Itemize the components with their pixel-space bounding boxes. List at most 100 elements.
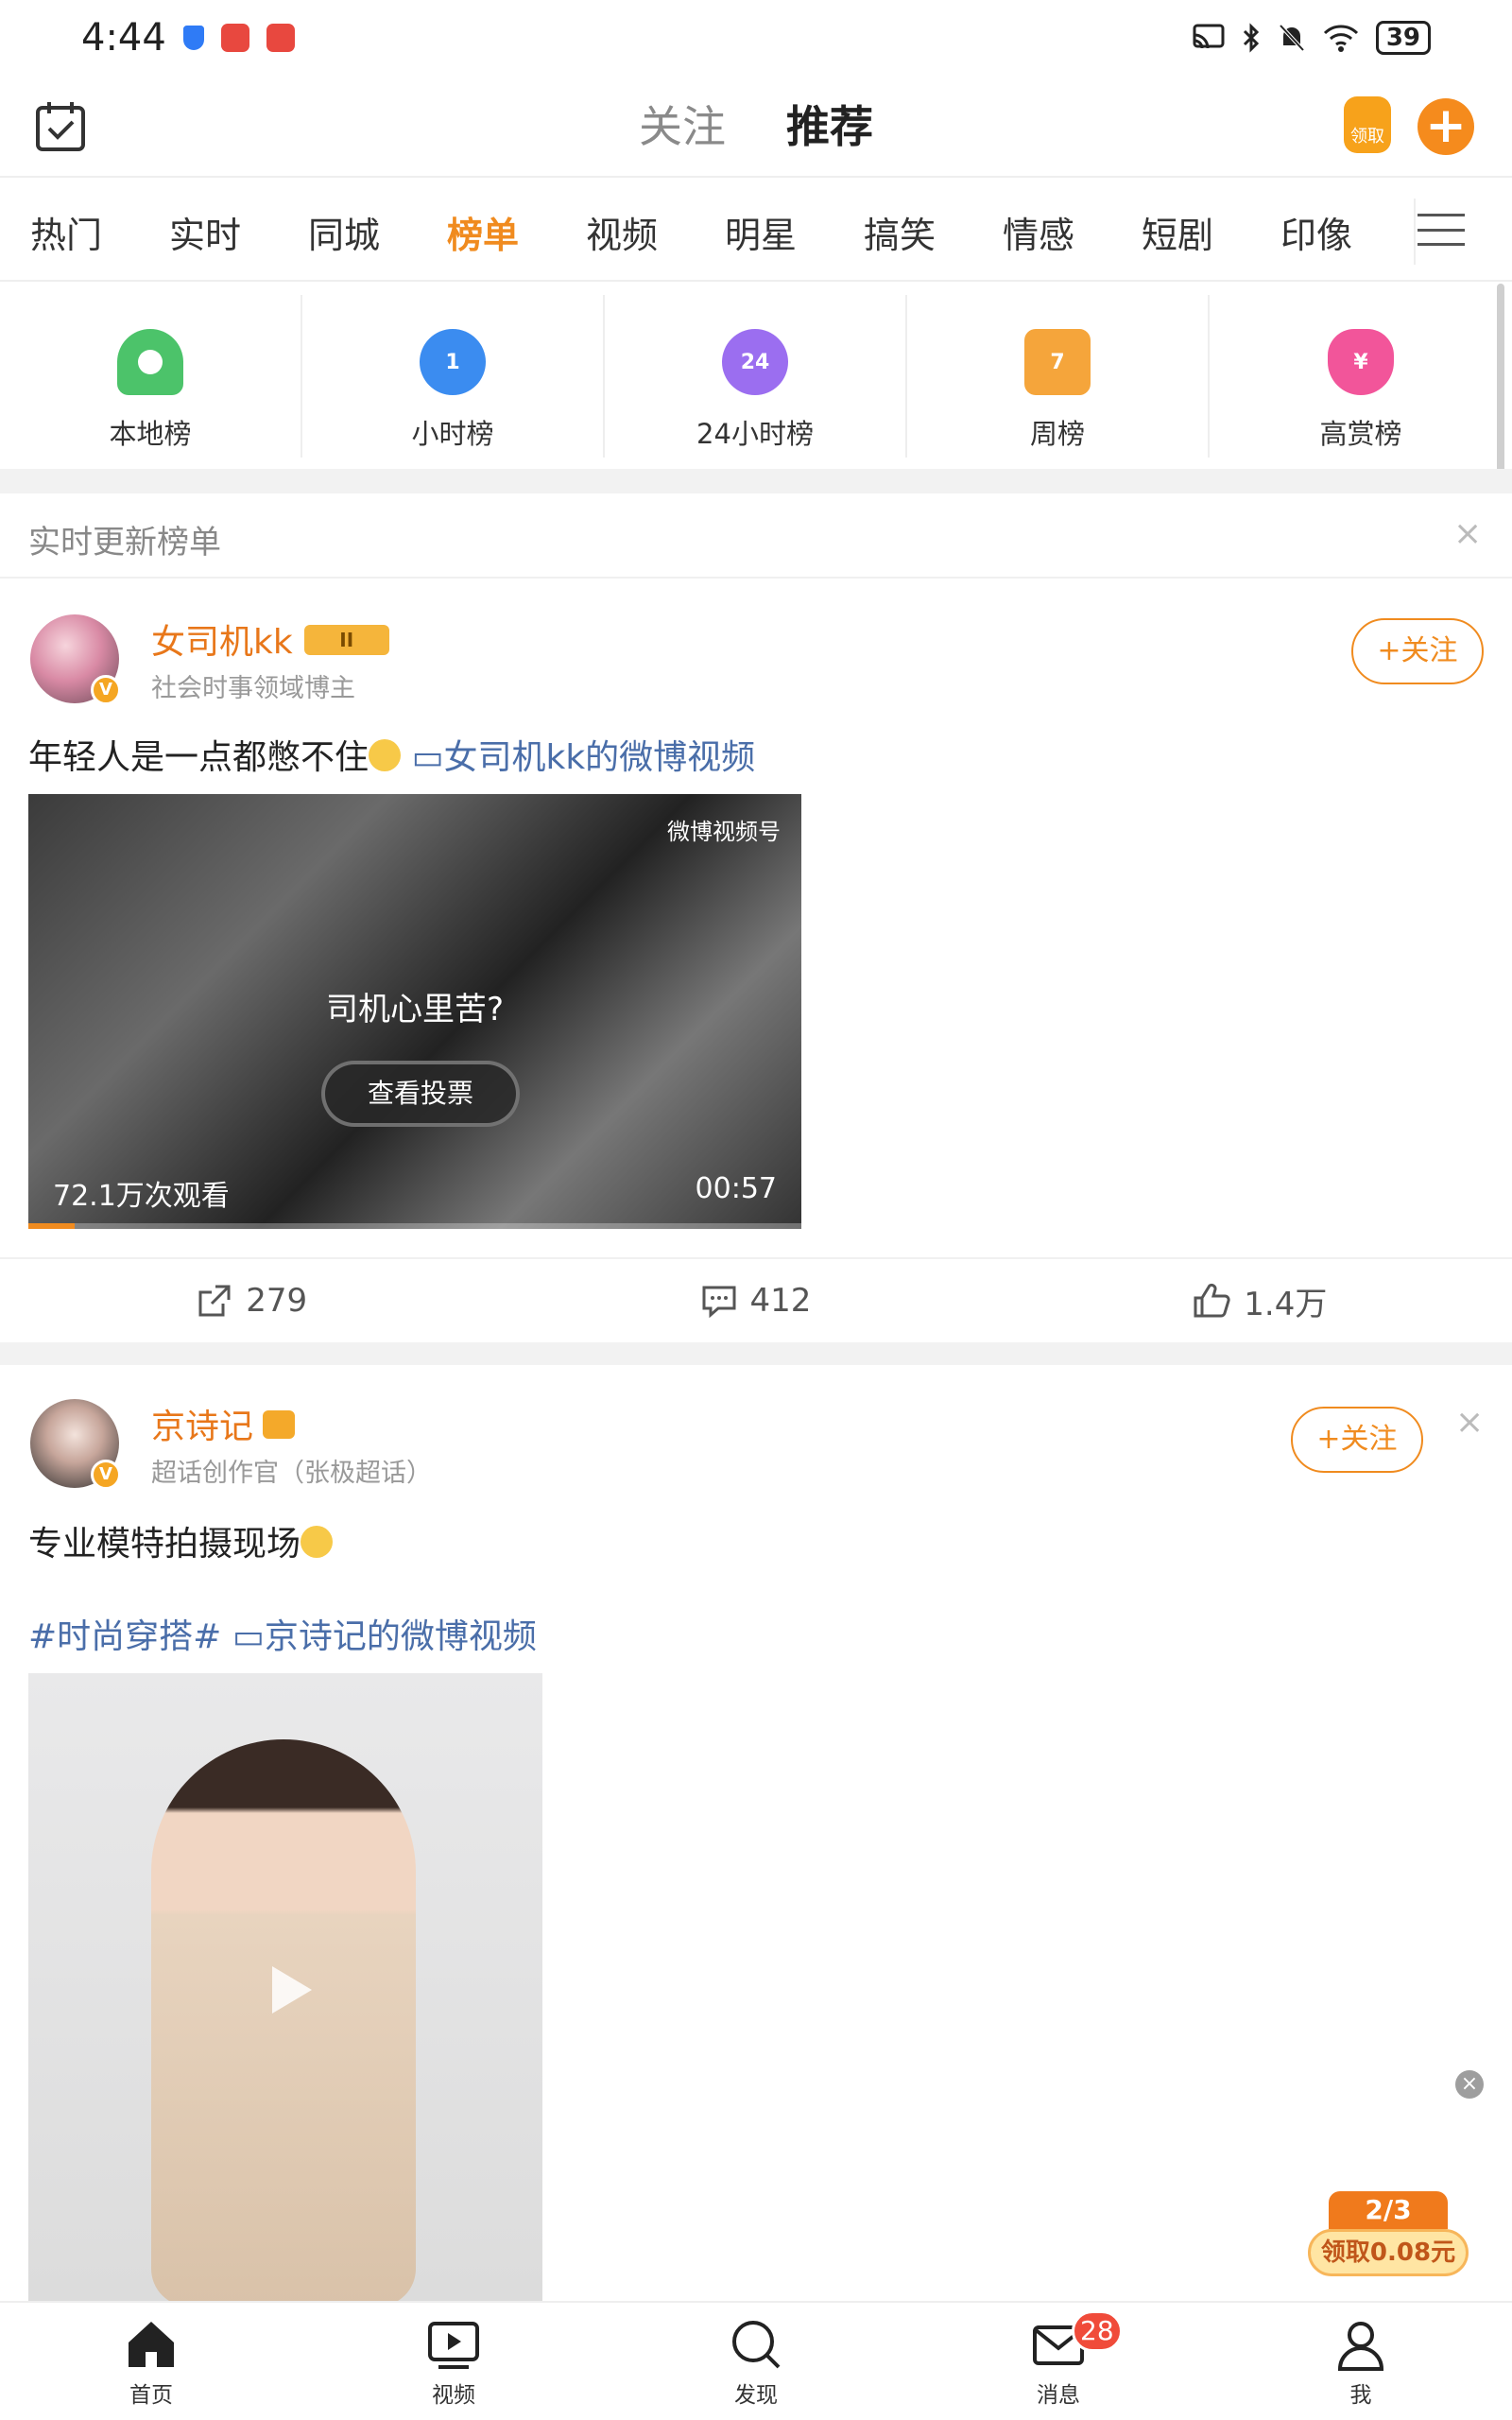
nav-messages-label: 消息 xyxy=(1037,2383,1080,2408)
nav-discover-label: 发现 xyxy=(734,2383,778,2408)
comment-icon xyxy=(702,1286,736,1319)
category-bar: 热门 实时 同城 榜单 视频 明星 搞笑 情感 短剧 印像 xyxy=(0,180,1512,282)
category-realtime[interactable]: 实时 xyxy=(169,206,308,258)
section-gap xyxy=(0,469,1512,493)
add-post-button[interactable]: + xyxy=(1418,98,1474,155)
section-header: 实时更新榜单 × xyxy=(0,493,1512,579)
rank-hourly-glyph: 1 xyxy=(445,350,460,374)
post-author[interactable]: 女司机kk II xyxy=(151,614,389,664)
hashtag-link[interactable]: #时尚穿搭# xyxy=(28,1617,221,1656)
video-link[interactable]: ▭京诗记的微博视频 xyxy=(232,1617,537,1656)
post-author[interactable]: 京诗记 xyxy=(151,1399,296,1448)
video-duration: 00:57 xyxy=(695,1172,777,1205)
nav-discover[interactable]: 发现 xyxy=(605,2303,907,2420)
rank-reward-label: 高赏榜 xyxy=(1319,418,1402,450)
rank-local[interactable]: 本地榜 xyxy=(0,295,302,458)
category-rankings[interactable]: 榜单 xyxy=(447,206,586,258)
task-reward-widget[interactable]: 2/3 领取0.08元 xyxy=(1308,2191,1469,2280)
location-pin-icon xyxy=(117,329,183,395)
profile-icon xyxy=(1337,2322,1384,2371)
category-funny[interactable]: 搞笑 xyxy=(864,206,1003,258)
author-subtitle: 超话创作官（张极超话） xyxy=(151,1459,432,1488)
bottom-nav: 首页 视频 发现 消息 28 我 xyxy=(0,2301,1512,2420)
post-close-icon[interactable]: × xyxy=(1455,1403,1484,1442)
rank-reward[interactable]: ¥ 高赏榜 xyxy=(1210,295,1512,458)
video-player[interactable]: 微博视频号 司机心里苦? 查看投票 72.1万次观看 00:57 xyxy=(28,794,801,1229)
crown-badge-icon xyxy=(263,1410,296,1439)
status-bar: 4:44 39 xyxy=(0,0,1512,76)
nav-video[interactable]: 视频 xyxy=(302,2303,605,2420)
nav-video-label: 视频 xyxy=(432,2383,475,2408)
category-local[interactable]: 同城 xyxy=(308,206,447,258)
category-emotion[interactable]: 情感 xyxy=(1003,206,1142,258)
floating-close-icon[interactable]: × xyxy=(1455,2070,1484,2099)
mute-bell-icon xyxy=(1279,24,1305,52)
view-vote-button[interactable]: 查看投票 xyxy=(321,1061,520,1127)
video-progress-bar[interactable] xyxy=(28,1223,801,1229)
shield-icon xyxy=(182,26,204,50)
post-card: V 京诗记 超话创作官（张极超话） +关注 × 专业模特拍摄现场 #时尚穿搭# … xyxy=(0,1365,1512,2302)
verified-badge-icon: V xyxy=(91,675,121,705)
post-text-content: 年轻人是一点都憋不住 xyxy=(28,738,369,777)
bluetooth-icon xyxy=(1243,23,1259,53)
view-count: 72.1万次观看 xyxy=(53,1180,230,1213)
nav-messages[interactable]: 消息 28 xyxy=(907,2303,1210,2420)
section-close-icon[interactable]: × xyxy=(1453,514,1482,553)
category-list: 热门 实时 同城 榜单 视频 明星 搞笑 情感 短剧 印像 xyxy=(30,206,1419,258)
rank-hourly-label: 小时榜 xyxy=(411,418,494,450)
play-icon[interactable] xyxy=(255,1957,321,2023)
comment-count: 412 xyxy=(749,1282,812,1320)
tab-recommend[interactable]: 推荐 xyxy=(786,93,873,163)
rank-hourly[interactable]: 1 小时榜 xyxy=(302,295,605,458)
rank-weekly[interactable]: 7 周榜 xyxy=(907,295,1210,458)
category-hot[interactable]: 热门 xyxy=(30,206,169,258)
calendar-week-icon: 7 xyxy=(1024,329,1091,395)
tab-follow[interactable]: 关注 xyxy=(639,93,726,163)
category-video[interactable]: 视频 xyxy=(586,206,725,258)
like-button[interactable]: 1.4万 xyxy=(1008,1259,1512,1342)
reward-bag-icon[interactable]: 领取 xyxy=(1344,96,1391,153)
top-bar: 关注 推荐 领取 + xyxy=(0,76,1512,178)
emoji-icon xyxy=(369,739,402,771)
video-link-text: 京诗记的微博视频 xyxy=(264,1617,537,1656)
share-icon xyxy=(198,1285,231,1317)
author-name: 京诗记 xyxy=(151,1408,254,1446)
heart-money-icon: ¥ xyxy=(1328,329,1394,395)
video-icon xyxy=(428,2322,479,2369)
rank-24h-label: 24小时榜 xyxy=(696,418,814,450)
rank-24h-glyph: 24 xyxy=(740,350,770,374)
vote-question: 司机心里苦? xyxy=(325,991,505,1028)
wifi-icon xyxy=(1323,25,1358,52)
post-actions: 279 412 1.4万 xyxy=(0,1257,1512,1342)
search-icon xyxy=(732,2321,781,2369)
like-count: 1.4万 xyxy=(1244,1285,1328,1323)
nav-profile[interactable]: 我 xyxy=(1210,2303,1512,2420)
24h-clock-icon: 24 xyxy=(722,329,788,395)
scrollbar[interactable] xyxy=(1497,284,1504,482)
post-tags: #时尚穿搭# ▭京诗记的微博视频 xyxy=(28,1609,537,1658)
rank-weekly-label: 周榜 xyxy=(1029,418,1085,450)
follow-button[interactable]: +关注 xyxy=(1351,618,1484,684)
post-text-content: 专业模特拍摄现场 xyxy=(28,1525,301,1564)
share-button[interactable]: 279 xyxy=(0,1259,504,1342)
emoji-icon xyxy=(301,1526,334,1558)
category-short-drama[interactable]: 短剧 xyxy=(1142,206,1280,258)
author-subtitle: 社会时事领域博主 xyxy=(151,674,355,703)
task-reward-button[interactable]: 领取0.08元 xyxy=(1308,2229,1469,2276)
category-impression[interactable]: 印像 xyxy=(1280,206,1419,258)
level-badge: II xyxy=(303,625,389,655)
video-link[interactable]: ▭女司机kk的微博视频 xyxy=(411,738,755,777)
video-thumbnail[interactable] xyxy=(28,1673,542,2302)
follow-button[interactable]: +关注 xyxy=(1291,1407,1423,1473)
nav-home[interactable]: 首页 xyxy=(0,2303,302,2420)
rank-24h[interactable]: 24 24小时榜 xyxy=(605,295,907,458)
comment-button[interactable]: 412 xyxy=(504,1259,1007,1342)
category-stars[interactable]: 明星 xyxy=(725,206,864,258)
home-icon xyxy=(129,2322,174,2367)
menu-icon[interactable] xyxy=(1418,214,1465,246)
video-watermark: 微博视频号 xyxy=(667,819,781,845)
post-text: 年轻人是一点都憋不住 ▭女司机kk的微博视频 xyxy=(28,730,755,779)
video-progress-fill xyxy=(28,1223,76,1229)
hour-clock-icon: 1 xyxy=(420,329,486,395)
video-link-text: 女司机kk的微博视频 xyxy=(443,738,756,777)
